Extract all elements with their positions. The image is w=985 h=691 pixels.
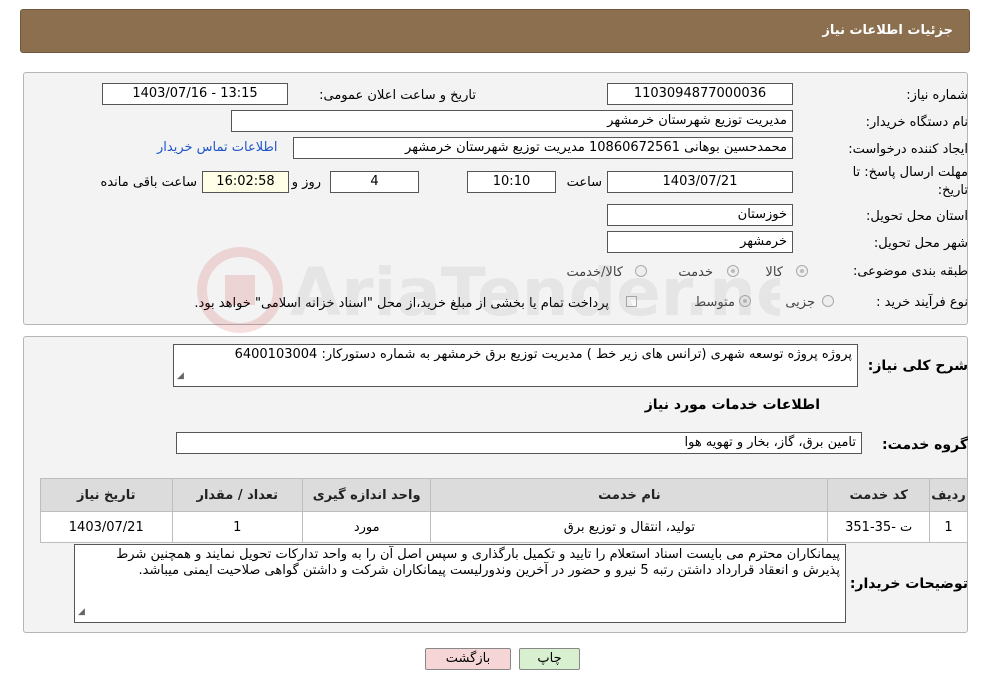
remaining-label: ساعت باقی مانده bbox=[100, 175, 197, 190]
purchase-radio-medium[interactable] bbox=[739, 295, 751, 307]
buyer-contact-link[interactable]: اطلاعات تماس خریدار bbox=[157, 140, 277, 155]
services-section-title: اطلاعات خدمات مورد نیاز bbox=[644, 397, 820, 413]
need-number-label: شماره نیاز: bbox=[906, 88, 968, 103]
treasury-payment-checkbox[interactable] bbox=[626, 296, 637, 307]
cell-row-number: 1 bbox=[929, 511, 968, 543]
buyer-label: نام دستگاه خریدار: bbox=[865, 115, 968, 130]
deadline-label-line2: تاریخ: bbox=[937, 183, 968, 198]
service-group-field: تامین برق، گاز، بخار و تهویه هوا bbox=[176, 432, 862, 454]
purchase-option-small: جزیی bbox=[785, 295, 815, 310]
cell-need-date: 1403/07/21 bbox=[40, 511, 173, 543]
category-radio-goods[interactable] bbox=[796, 265, 808, 277]
category-radio-goods-service[interactable] bbox=[635, 265, 647, 277]
category-label: طبقه بندی موضوعی: bbox=[852, 264, 968, 279]
remaining-time-field: 16:02:58 bbox=[202, 171, 289, 193]
buyer-notes-label: توضیحات خریدار: bbox=[849, 576, 968, 592]
province-field: خوزستان bbox=[607, 204, 793, 226]
services-table: ردیف کد خدمت نام خدمت واحد اندازه گیری ت… bbox=[40, 478, 968, 543]
days-label: روز و bbox=[291, 175, 321, 190]
deadline-time-field: 10:10 bbox=[467, 171, 556, 193]
description-textarea[interactable]: پروژه پروژه توسعه شهری (ترانس های زیر خط… bbox=[173, 344, 858, 387]
category-option-goods: کالا bbox=[765, 265, 783, 280]
resize-handle-icon[interactable]: ◢ bbox=[177, 368, 184, 384]
announce-label: تاریخ و ساعت اعلان عمومی: bbox=[319, 88, 476, 103]
description-label: شرح کلی نیاز: bbox=[867, 358, 968, 374]
service-group-label: گروه خدمت: bbox=[882, 437, 968, 453]
announce-datetime-field: 1403/07/16 - 13:15 bbox=[102, 83, 288, 105]
col-service-name: نام خدمت bbox=[430, 478, 829, 512]
category-radio-service[interactable] bbox=[727, 265, 739, 277]
days-remaining-field: 4 bbox=[330, 171, 419, 193]
col-service-code: کد خدمت bbox=[827, 478, 931, 512]
col-quantity: تعداد / مقدار bbox=[171, 478, 303, 512]
col-unit: واحد اندازه گیری bbox=[301, 478, 432, 512]
buyer-field: مدیریت توزیع شهرستان خرمشهر bbox=[231, 110, 793, 132]
purchase-type-label: نوع فرآیند خرید : bbox=[876, 295, 968, 310]
creator-field: محمدحسین بوهانی 10860672561 مدیریت توزیع… bbox=[293, 137, 793, 159]
province-label: استان محل تحویل: bbox=[866, 209, 968, 224]
page-title: جزئیات اطلاعات نیاز bbox=[822, 23, 953, 38]
category-option-service: خدمت bbox=[678, 265, 713, 280]
need-number-field: 1103094877000036 bbox=[607, 83, 793, 105]
print-button[interactable]: چاپ bbox=[519, 648, 580, 670]
city-label: شهر محل تحویل: bbox=[873, 236, 968, 251]
buyer-notes-text: پیمانکاران محترم می بایست اسناد استعلام … bbox=[116, 547, 840, 578]
cell-unit: مورد bbox=[301, 511, 432, 543]
category-option-goods-service: کالا/خدمت bbox=[566, 265, 623, 280]
resize-handle-icon[interactable]: ◢ bbox=[78, 604, 85, 620]
buyer-notes-textarea[interactable]: پیمانکاران محترم می بایست اسناد استعلام … bbox=[74, 544, 846, 623]
page-header: جزئیات اطلاعات نیاز bbox=[20, 9, 970, 53]
cell-quantity: 1 bbox=[171, 511, 303, 543]
deadline-date-field: 1403/07/21 bbox=[607, 171, 793, 193]
back-button[interactable]: بازگشت bbox=[425, 648, 511, 670]
cell-service-code: ت -35-351 bbox=[827, 511, 931, 543]
col-row-number: ردیف bbox=[929, 478, 968, 512]
table-row: 1 ت -35-351 تولید، انتقال و توزیع برق مو… bbox=[40, 511, 968, 543]
deadline-time-label: ساعت bbox=[566, 175, 602, 190]
description-text: پروژه پروژه توسعه شهری (ترانس های زیر خط… bbox=[234, 347, 852, 362]
col-need-date: تاریخ نیاز bbox=[40, 478, 173, 512]
cell-service-name: تولید، انتقال و توزیع برق bbox=[430, 511, 829, 543]
city-field: خرمشهر bbox=[607, 231, 793, 253]
purchase-radio-small[interactable] bbox=[822, 295, 834, 307]
deadline-label-line1: مهلت ارسال پاسخ: تا bbox=[852, 165, 968, 180]
creator-label: ایجاد کننده درخواست: bbox=[848, 142, 968, 157]
purchase-option-medium: متوسط bbox=[694, 295, 735, 310]
table-header-row: ردیف کد خدمت نام خدمت واحد اندازه گیری ت… bbox=[40, 478, 968, 512]
payment-note: پرداخت تمام یا بخشی از مبلغ خرید،از محل … bbox=[194, 296, 609, 311]
